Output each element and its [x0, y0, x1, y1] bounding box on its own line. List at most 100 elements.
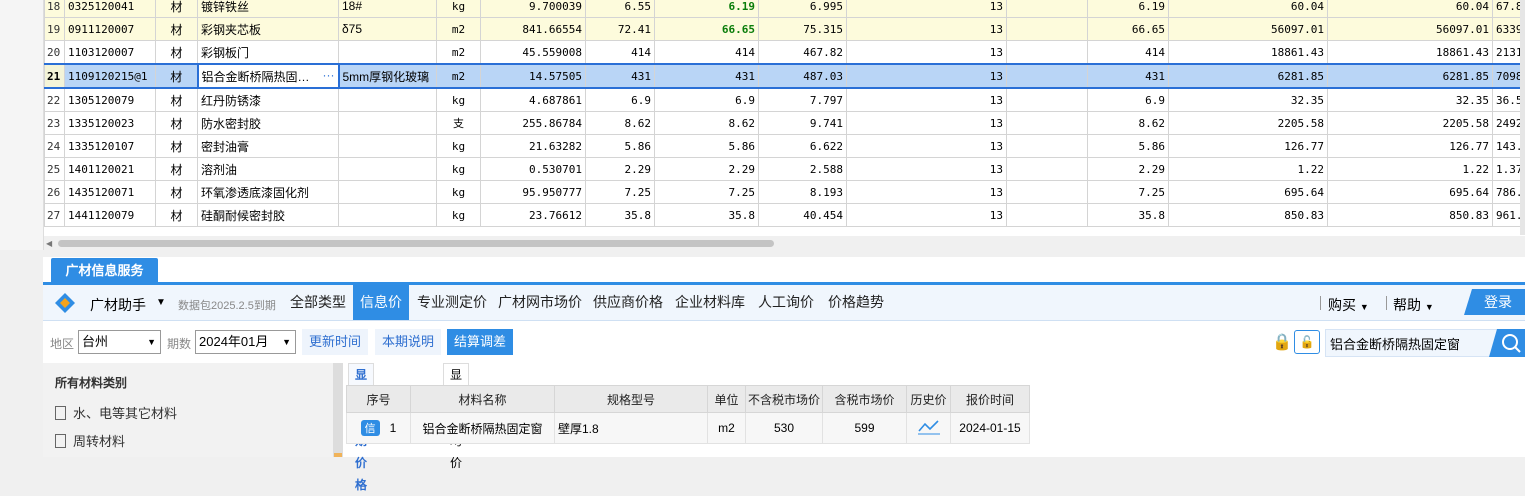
material-unit-cell[interactable]: m2 — [436, 17, 481, 41]
tab-current-price[interactable]: 显示本期价格 — [348, 363, 375, 492]
empty-cell-cell[interactable] — [1006, 87, 1088, 112]
sidebar-scrollbar[interactable] — [333, 363, 343, 457]
material-name-cell[interactable]: 彩钢板门 — [197, 40, 339, 65]
amount-tax-cell[interactable]: 63390.04 — [1492, 17, 1522, 41]
amount-cell[interactable]: 850.83 — [1168, 203, 1328, 227]
material-name-cell[interactable]: 铝合金断桥隔热固… ··· — [196, 63, 340, 89]
material-name-cell[interactable]: 红丹防锈漆 — [197, 87, 339, 112]
empty-cell-cell[interactable] — [1006, 40, 1088, 65]
unit-value-cell[interactable]: 2.29 — [1087, 157, 1169, 181]
quantity-cell[interactable]: 14.57505 — [480, 63, 586, 89]
tax-price-cell[interactable]: 487.03 — [758, 63, 847, 89]
tax-rate-cell[interactable]: 13 — [846, 63, 1007, 89]
update-time-button[interactable]: 更新时间 — [302, 329, 369, 355]
empty-cell-cell[interactable] — [1006, 203, 1088, 227]
empty-cell-cell[interactable] — [1006, 63, 1088, 89]
amount-market-cell[interactable]: 6281.85 — [1327, 63, 1493, 89]
period-notes-button[interactable]: 本期说明 — [375, 329, 442, 355]
tax-rate-cell[interactable]: 13 — [846, 87, 1007, 112]
base-price-cell[interactable]: 72.41 — [585, 17, 655, 41]
row-number-cell[interactable]: 20 — [44, 40, 65, 65]
market-price-cell[interactable]: 7.25 — [654, 180, 759, 204]
amount-cell[interactable]: 32.35 — [1168, 87, 1328, 112]
nav-enterprise-library[interactable]: 企业材料库 — [675, 285, 745, 320]
row-number-cell[interactable]: 25 — [44, 157, 65, 181]
amount-tax-cell[interactable]: 36.55 — [1492, 87, 1522, 112]
amount-tax-cell[interactable]: 1.37 — [1492, 157, 1522, 181]
material-code-cell[interactable]: 1335120107 — [64, 134, 156, 158]
tax-price-cell[interactable]: 6.995 — [758, 0, 847, 18]
material-spec-cell[interactable] — [338, 40, 437, 65]
market-price-cell[interactable]: 6.19 — [654, 0, 759, 18]
unit-value-cell[interactable]: 6.9 — [1087, 87, 1169, 112]
amount-tax-cell[interactable]: 67.85 — [1492, 0, 1522, 18]
amount-market-cell[interactable]: 850.83 — [1327, 203, 1493, 227]
material-type-cell[interactable]: 材 — [155, 111, 198, 135]
search-button[interactable] — [1489, 329, 1525, 357]
material-spec-cell[interactable] — [338, 203, 437, 227]
table-row[interactable]: 18 0325120041 材 镀锌铁丝 18# kg 9.700039 6.55 6.19 6.… — [44, 0, 1525, 18]
material-name-cell[interactable]: 镀锌铁丝 — [197, 0, 339, 18]
quantity-cell[interactable]: 841.66554 — [480, 17, 586, 41]
table-row[interactable]: 23 1335120023 材 防水密封胶 支 255.86784 8.62 8.62 9.74… — [44, 111, 1525, 135]
material-name-cell[interactable]: 环氧渗透底漆固化剂 — [197, 180, 339, 204]
base-price-cell[interactable]: 6.55 — [585, 0, 655, 18]
material-type-cell[interactable]: 材 — [155, 40, 198, 65]
material-code-cell[interactable]: 0911120007 — [64, 17, 156, 41]
nav-labor-inquiry[interactable]: 人工询价 — [758, 285, 814, 320]
amount-cell[interactable]: 6281.85 — [1168, 63, 1328, 89]
amount-market-cell[interactable]: 56097.01 — [1327, 17, 1493, 41]
lock-icon[interactable]: 🔒 — [1272, 332, 1292, 352]
tax-price-cell[interactable]: 2.588 — [758, 157, 847, 181]
material-unit-cell[interactable]: kg — [436, 157, 481, 181]
row-number-cell[interactable]: 24 — [44, 134, 65, 158]
region-select[interactable]: 台州 ▼ — [78, 330, 161, 354]
settlement-adjust-button[interactable]: 结算调差 — [447, 329, 514, 355]
tax-rate-cell[interactable]: 13 — [846, 157, 1007, 181]
material-spec-cell[interactable] — [338, 87, 437, 112]
table-row[interactable]: 25 1401120021 材 溶剂油 kg 0.530701 2.29 2.29 2.588 1… — [44, 157, 1525, 181]
table-row[interactable]: 22 1305120079 材 红丹防锈漆 kg 4.687861 6.9 6.9 7.797 1… — [44, 87, 1525, 112]
base-price-cell[interactable]: 6.9 — [585, 87, 655, 112]
nav-professional-price[interactable]: 专业测定价 — [417, 285, 487, 320]
material-name-cell[interactable]: 彩钢夹芯板 — [197, 17, 339, 41]
amount-tax-cell[interactable]: 21313.42 — [1492, 40, 1522, 65]
login-button[interactable]: 登录 — [1464, 289, 1525, 315]
scroll-thumb[interactable] — [58, 240, 774, 247]
tax-price-cell[interactable]: 6.622 — [758, 134, 847, 158]
service-tab[interactable]: 广材信息服务 — [51, 258, 158, 282]
base-price-cell[interactable]: 431 — [585, 63, 655, 89]
quantity-cell[interactable]: 21.63282 — [480, 134, 586, 158]
empty-cell-cell[interactable] — [1006, 134, 1088, 158]
more-options-icon[interactable]: ··· — [323, 68, 335, 82]
base-price-cell[interactable]: 2.29 — [585, 157, 655, 181]
row-number-cell[interactable]: 19 — [44, 17, 65, 41]
amount-market-cell[interactable]: 2205.58 — [1327, 111, 1493, 135]
material-spec-cell[interactable]: 18# — [338, 0, 437, 18]
amount-market-cell[interactable]: 695.64 — [1327, 180, 1493, 204]
vertical-scrollbar[interactable] — [1520, 0, 1525, 235]
material-spec-cell[interactable] — [338, 157, 437, 181]
table-row[interactable]: 20 1103120007 材 彩钢板门 m2 45.559008 414 414 467.82… — [44, 40, 1525, 65]
material-code-cell[interactable]: 1109120215@1 — [64, 63, 156, 89]
quantity-cell[interactable]: 255.86784 — [480, 111, 586, 135]
market-price-cell[interactable]: 8.62 — [654, 111, 759, 135]
amount-cell[interactable]: 2205.58 — [1168, 111, 1328, 135]
material-code-cell[interactable]: 1103120007 — [64, 40, 156, 65]
amount-cell[interactable]: 60.04 — [1168, 0, 1328, 18]
material-name-cell[interactable]: 防水密封胶 — [197, 111, 339, 135]
material-code-cell[interactable]: 1441120079 — [64, 203, 156, 227]
table-row[interactable]: 24 1335120107 材 密封油膏 kg 21.63282 5.86 5.86 6.622… — [44, 134, 1525, 158]
unit-value-cell[interactable]: 8.62 — [1087, 111, 1169, 135]
empty-cell-cell[interactable] — [1006, 111, 1088, 135]
amount-tax-cell[interactable]: 786.12 — [1492, 180, 1522, 204]
material-code-cell[interactable]: 1435120071 — [64, 180, 156, 204]
table-row[interactable]: 26 1435120071 材 环氧渗透底漆固化剂 kg 95.950777 7.25 7.2… — [44, 180, 1525, 204]
quantity-cell[interactable]: 45.559008 — [480, 40, 586, 65]
material-type-cell[interactable]: 材 — [155, 157, 198, 181]
tax-rate-cell[interactable]: 13 — [846, 180, 1007, 204]
nav-market-price[interactable]: 广材网市场价 — [498, 285, 582, 320]
quantity-cell[interactable]: 4.687861 — [480, 87, 586, 112]
unit-value-cell[interactable]: 431 — [1087, 63, 1169, 89]
base-price-cell[interactable]: 5.86 — [585, 134, 655, 158]
